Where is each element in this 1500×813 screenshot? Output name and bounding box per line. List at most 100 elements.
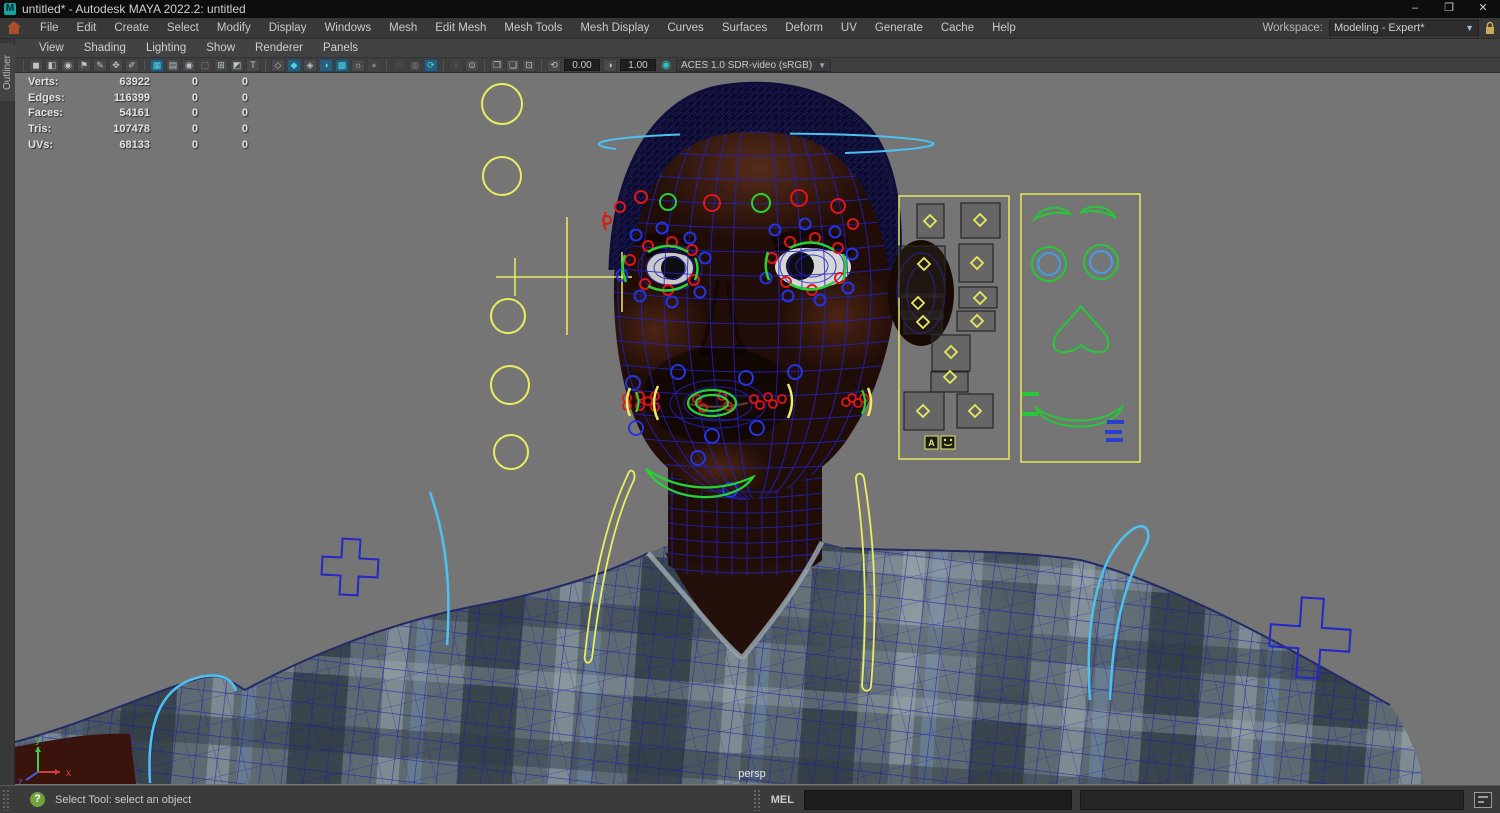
menu-deform[interactable]: Deform bbox=[776, 22, 832, 34]
menu-surfaces[interactable]: Surfaces bbox=[713, 22, 776, 34]
panel-menu-panels[interactable]: Panels bbox=[313, 42, 368, 54]
motion-blur-icon[interactable]: ◍ bbox=[408, 58, 422, 72]
menu-file[interactable]: File bbox=[31, 22, 68, 34]
menu-display[interactable]: Display bbox=[260, 22, 316, 34]
toolbar-icons: ◼◧◉⚑✎✥✐▦▤◉▢⊞◩T◇◆◈◑▩☼●◌◍⟳▫⊙❐❏⊡⟲◑◉ bbox=[19, 58, 674, 72]
command-result-field[interactable] bbox=[1080, 789, 1464, 810]
polycount-hud: Verts: 63922 0 0 Edges: 116399 0 0 Faces: 54161 0 0… bbox=[28, 74, 248, 153]
grid-icon[interactable]: ▦ bbox=[150, 58, 164, 72]
chevron-down-icon: ▼ bbox=[1465, 23, 1474, 33]
hud-row: Faces: 54161 0 0 bbox=[28, 107, 248, 120]
menu-uv[interactable]: UV bbox=[832, 22, 866, 34]
menu-mesh[interactable]: Mesh bbox=[380, 22, 426, 34]
minimize-button[interactable]: – bbox=[1398, 0, 1432, 18]
wireframe-display-icon[interactable]: ◇ bbox=[271, 58, 285, 72]
menu-edit-mesh[interactable]: Edit Mesh bbox=[426, 22, 495, 34]
mel-command-input[interactable] bbox=[804, 789, 1072, 810]
menu-create[interactable]: Create bbox=[105, 22, 158, 34]
perspective-viewport[interactable]: A y x z persp Verts: 63922 0 0 Edges: 11… bbox=[15, 73, 1500, 785]
panel-menu-lighting[interactable]: Lighting bbox=[136, 42, 196, 54]
image-plane-icon[interactable]: ❐ bbox=[490, 58, 504, 72]
shadows-icon[interactable]: ● bbox=[367, 58, 381, 72]
panel-menu-shading[interactable]: Shading bbox=[74, 42, 136, 54]
svg-text:y: y bbox=[36, 735, 41, 746]
menu-cache[interactable]: Cache bbox=[932, 22, 983, 34]
hud-row: Verts: 63922 0 0 bbox=[28, 75, 248, 88]
viewport-toolbar: ◼◧◉⚑✎✥✐▦▤◉▢⊞◩T◇◆◈◑▩☼●◌◍⟳▫⊙❐❏⊡⟲◑◉ ACES 1.… bbox=[15, 58, 1500, 73]
hud-row: UVs: 68133 0 0 bbox=[28, 139, 248, 152]
move-pivot-icon[interactable]: ✥ bbox=[109, 58, 123, 72]
menu-help[interactable]: Help bbox=[983, 22, 1025, 34]
occlusion-icon[interactable]: ◌ bbox=[392, 58, 406, 72]
maya-logo-icon: M bbox=[4, 3, 16, 15]
film-gate-icon[interactable]: ▤ bbox=[166, 58, 180, 72]
menu-items: File Edit Create Select Modify Display Windows… bbox=[31, 22, 1025, 34]
panel-menu-renderer[interactable]: Renderer bbox=[245, 42, 313, 54]
select-camera-icon[interactable]: ◼ bbox=[29, 58, 43, 72]
hud-row: Edges: 116399 0 0 bbox=[28, 91, 248, 104]
camera-attributes-icon[interactable]: ◉ bbox=[61, 58, 75, 72]
menu-windows[interactable]: Windows bbox=[315, 22, 380, 34]
colorspace-dropdown[interactable]: ACES 1.0 SDR-video (sRGB) ▼ bbox=[676, 58, 831, 72]
grip-handle[interactable] bbox=[2, 788, 10, 811]
panel-menu-view[interactable]: View bbox=[29, 42, 74, 54]
menu-generate[interactable]: Generate bbox=[866, 22, 932, 34]
isolate-select-icon[interactable]: ▫ bbox=[449, 58, 463, 72]
toolbar-separator bbox=[443, 59, 444, 71]
toolbar-separator bbox=[144, 59, 145, 71]
panel-menu-show[interactable]: Show bbox=[196, 42, 245, 54]
menu-mesh-tools[interactable]: Mesh Tools bbox=[495, 22, 571, 34]
gate-mask-icon[interactable]: ▢ bbox=[198, 58, 212, 72]
chevron-down-icon: ▼ bbox=[818, 60, 826, 70]
close-button[interactable]: ✕ bbox=[1466, 0, 1500, 18]
picker-a-button[interactable]: A bbox=[928, 438, 935, 448]
hud-row: Tris: 107478 0 0 bbox=[28, 123, 248, 136]
help-icon[interactable]: ? bbox=[30, 792, 45, 807]
exposure-icon[interactable]: ⟲ bbox=[547, 58, 561, 72]
toolbar-separator bbox=[386, 59, 387, 71]
lock-camera-icon[interactable]: ◧ bbox=[45, 58, 59, 72]
exposure-field[interactable] bbox=[564, 59, 600, 71]
toolbar-separator bbox=[541, 59, 542, 71]
bookmark-icon[interactable]: ⚑ bbox=[77, 58, 91, 72]
lighting-icon[interactable]: ☼ bbox=[351, 58, 365, 72]
main-menu-bar: File Edit Create Select Modify Display Windows… bbox=[0, 18, 1500, 39]
lock-icon[interactable] bbox=[1484, 21, 1496, 35]
menu-modify[interactable]: Modify bbox=[208, 22, 260, 34]
toolbar-separator bbox=[265, 59, 266, 71]
safe-action-icon[interactable]: ◩ bbox=[230, 58, 244, 72]
outliner-tab[interactable]: Outliner bbox=[0, 43, 15, 101]
menu-edit[interactable]: Edit bbox=[68, 22, 106, 34]
grease-pencil-icon[interactable]: ✎ bbox=[93, 58, 107, 72]
selection-highlight-icon[interactable]: ⊙ bbox=[465, 58, 479, 72]
camera-label: persp bbox=[738, 768, 766, 780]
anti-alias-icon[interactable]: ⟳ bbox=[424, 58, 438, 72]
panel-menu-bar: View Shading Lighting Show Renderer Panels bbox=[15, 39, 1500, 58]
color-management-icon[interactable]: ◉ bbox=[659, 58, 673, 72]
sculpt-icon[interactable]: ✐ bbox=[125, 58, 139, 72]
workspace-dropdown[interactable]: Modeling - Expert* ▼ bbox=[1329, 20, 1479, 36]
home-icon[interactable] bbox=[7, 21, 21, 35]
field-chart-icon[interactable]: ⊞ bbox=[214, 58, 228, 72]
snapshot-icon[interactable]: ⊡ bbox=[522, 58, 536, 72]
menu-curves[interactable]: Curves bbox=[658, 22, 712, 34]
use-default-material-icon[interactable]: ▩ bbox=[335, 58, 349, 72]
safe-title-icon[interactable]: T bbox=[246, 58, 260, 72]
shaded-display-icon[interactable]: ◆ bbox=[287, 58, 301, 72]
wireframe-on-shaded-icon[interactable]: ◈ bbox=[303, 58, 317, 72]
workspace-value: Modeling - Expert* bbox=[1334, 22, 1425, 34]
gamma-field[interactable] bbox=[620, 59, 656, 71]
workspace-label: Workspace: bbox=[1262, 22, 1323, 34]
maximize-button[interactable]: ❐ bbox=[1432, 0, 1466, 18]
menu-mesh-display[interactable]: Mesh Display bbox=[571, 22, 658, 34]
help-line-text: Select Tool: select an object bbox=[55, 793, 192, 806]
gamma-icon[interactable]: ◑ bbox=[603, 58, 617, 72]
command-line-language[interactable]: MEL bbox=[771, 794, 794, 806]
textured-display-icon[interactable]: ◑ bbox=[319, 58, 333, 72]
toolbar-separator bbox=[484, 59, 485, 71]
menu-select[interactable]: Select bbox=[158, 22, 208, 34]
resolution-gate-icon[interactable]: ◉ bbox=[182, 58, 196, 72]
grip-handle[interactable] bbox=[752, 788, 761, 811]
script-editor-icon[interactable] bbox=[1474, 791, 1492, 808]
texture-placement-icon[interactable]: ❏ bbox=[506, 58, 520, 72]
